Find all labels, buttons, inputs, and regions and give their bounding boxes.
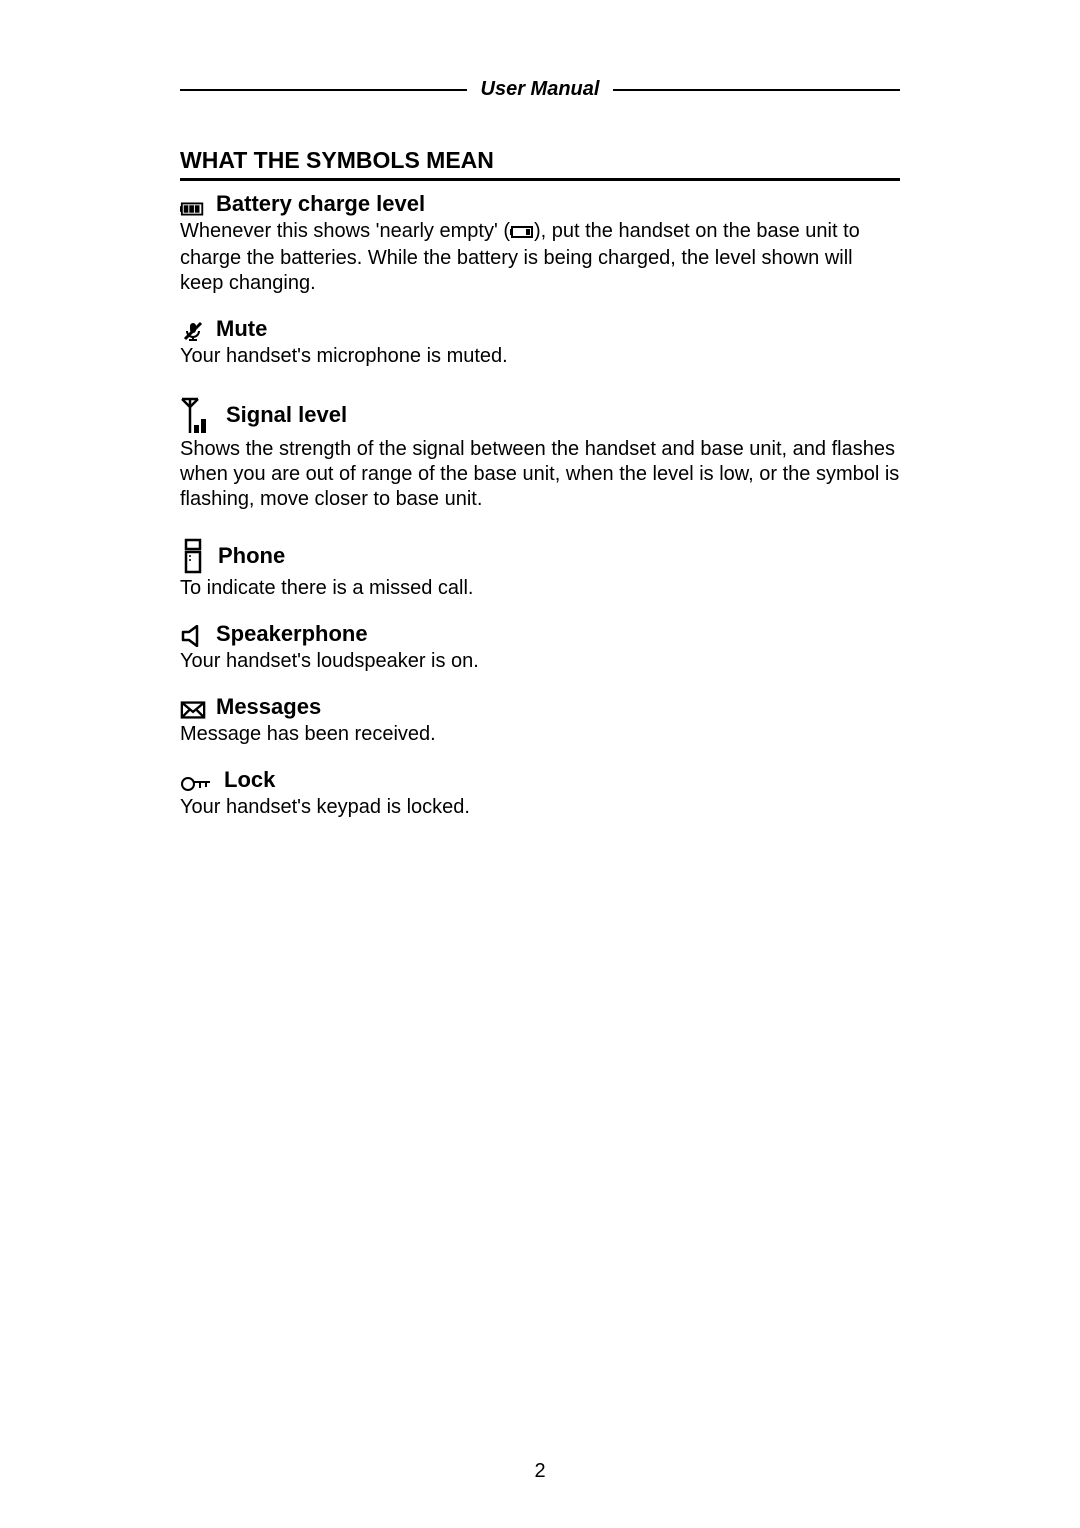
symbol-item-signal: Signal level Shows the strength of the s… xyxy=(180,395,900,512)
symbol-name: Messages xyxy=(216,694,321,720)
symbol-item-messages: Messages Message has been received. xyxy=(180,694,900,747)
symbol-description: To indicate there is a missed call. xyxy=(180,576,900,601)
symbol-name: Phone xyxy=(218,543,285,569)
symbol-name: Mute xyxy=(216,316,267,342)
battery-desc-a: Whenever this shows 'nearly empty' ( xyxy=(180,220,510,242)
symbol-item-mute: Mute Your handset's microphone is muted. xyxy=(180,316,900,369)
phone-icon xyxy=(180,538,208,574)
symbol-description: Your handset's loudspeaker is on. xyxy=(180,649,900,674)
speakerphone-icon xyxy=(180,625,206,647)
symbol-item-speakerphone: Speakerphone Your handset's loudspeaker … xyxy=(180,621,900,674)
symbol-name: Battery charge level xyxy=(216,191,425,217)
signal-icon xyxy=(180,395,216,435)
header-rule-right xyxy=(613,89,900,91)
symbol-name: Speakerphone xyxy=(216,621,368,647)
symbol-item-phone: Phone To indicate there is a missed call… xyxy=(180,538,900,601)
symbol-description: Shows the strength of the signal between… xyxy=(180,437,900,512)
lock-icon xyxy=(180,775,214,793)
mute-icon xyxy=(180,320,206,342)
symbol-item-battery: Battery charge level Whenever this shows… xyxy=(180,191,900,296)
section-heading-rule xyxy=(180,178,900,181)
symbol-name: Signal level xyxy=(226,402,347,428)
symbol-name: Lock xyxy=(224,767,275,793)
messages-icon xyxy=(180,700,206,720)
battery-low-icon xyxy=(510,221,534,246)
page-number: 2 xyxy=(0,1460,1080,1483)
symbol-description: Message has been received. xyxy=(180,722,900,747)
symbol-item-lock: Lock Your handset's keypad is locked. xyxy=(180,767,900,820)
section-heading: WHAT THE SYMBOLS MEAN xyxy=(180,147,900,174)
header-title: User Manual xyxy=(467,78,614,101)
battery-full-icon xyxy=(180,201,206,217)
symbol-description: Whenever this shows 'nearly empty' ( ), … xyxy=(180,219,900,296)
header-line: User Manual xyxy=(180,78,900,101)
symbol-description: Your handset's keypad is locked. xyxy=(180,795,900,820)
header-rule-left xyxy=(180,89,467,91)
symbol-description: Your handset's microphone is muted. xyxy=(180,344,900,369)
